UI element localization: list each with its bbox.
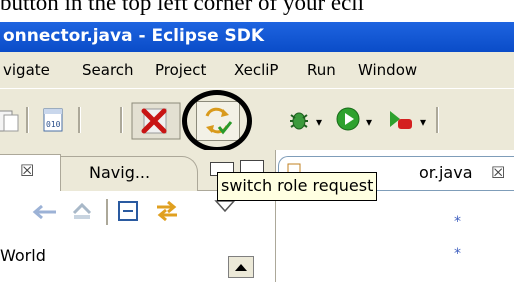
menu-bar: vigate Search Project XecliP Run Window <box>0 52 514 88</box>
toolbar-separator <box>120 107 123 133</box>
navigator-tree: World <box>0 232 275 282</box>
caption-text: button in the top left corner of your ec… <box>0 0 365 15</box>
highlight-circle <box>182 90 252 152</box>
comment-marker: * <box>454 214 461 230</box>
window-titlebar[interactable]: onnector.java - Eclipse SDK <box>0 22 514 52</box>
debug-icon[interactable] <box>286 107 312 133</box>
svg-text:010: 010 <box>46 120 61 129</box>
run-icon[interactable] <box>334 105 362 133</box>
view-menu-icon[interactable] <box>214 199 236 213</box>
chevron-down-icon[interactable]: ▾ <box>316 115 322 129</box>
chevron-down-icon[interactable]: ▾ <box>420 115 426 129</box>
menu-navigate[interactable]: vigate <box>3 61 50 79</box>
tooltip-text: switch role request <box>221 176 374 195</box>
tab-navigator[interactable]: Navig... <box>60 156 198 191</box>
tooltip: switch role request <box>217 172 378 201</box>
link-with-editor-icon[interactable] <box>154 199 180 223</box>
tab-editor-label: or.java <box>419 163 473 182</box>
editor-area: or.java ☒ * * <box>275 150 514 282</box>
disconnect-icon[interactable] <box>130 101 182 141</box>
close-icon[interactable]: ☒ <box>491 163 505 182</box>
tree-item[interactable]: World <box>0 246 46 265</box>
menu-project[interactable]: Project <box>155 61 206 79</box>
binary-file-icon[interactable]: 010 <box>40 107 66 133</box>
toolbar-separator <box>78 107 81 133</box>
main-toolbar: 010 ▾ ▾ ▾ <box>0 88 514 151</box>
menu-xeclip[interactable]: XecliP <box>234 61 278 79</box>
menu-window[interactable]: Window <box>358 61 417 79</box>
external-tools-icon[interactable] <box>386 105 416 133</box>
copy-icon[interactable] <box>0 107 22 133</box>
tab-package-explorer[interactable]: ☒ <box>0 154 61 191</box>
navigator-panel: ☒ Navig... World <box>0 150 275 282</box>
forward-icon[interactable] <box>70 199 94 223</box>
comment-marker: * <box>454 246 461 262</box>
window-title: onnector.java - Eclipse SDK <box>3 26 265 46</box>
back-arrow-icon[interactable] <box>30 203 60 221</box>
document-caption: button in the top left corner of your ec… <box>0 0 514 22</box>
close-icon[interactable]: ☒ <box>20 161 34 180</box>
tab-navigator-label: Navig... <box>89 163 151 182</box>
menu-search[interactable]: Search <box>82 61 134 79</box>
toolbar-separator <box>106 199 109 225</box>
menu-run[interactable]: Run <box>307 61 336 79</box>
scrollbar-up-button[interactable] <box>228 256 254 278</box>
toolbar-separator <box>436 107 439 133</box>
chevron-down-icon[interactable]: ▾ <box>366 115 372 129</box>
chevron-up-icon <box>235 264 247 271</box>
toolbar-separator <box>26 107 29 133</box>
collapse-all-icon[interactable] <box>116 199 140 223</box>
